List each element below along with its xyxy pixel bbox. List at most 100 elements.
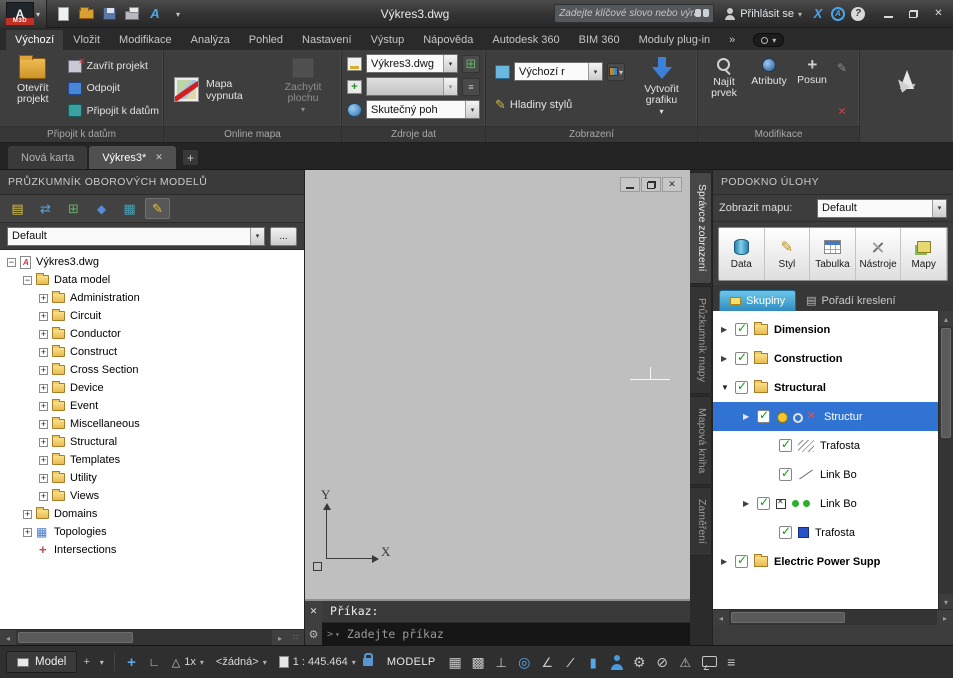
model-refresh-icon[interactable] (33, 198, 58, 219)
tree-item[interactable]: Device (5, 379, 304, 397)
side-tab[interactable]: Mapová kniha (690, 395, 712, 485)
topology-manager-icon[interactable] (117, 198, 142, 219)
layer-row[interactable]: ✕ Electric Power Supp (713, 547, 938, 576)
layer-expander[interactable] (743, 499, 755, 508)
new-drawing-button[interactable] (181, 149, 199, 166)
viewport-scale-button[interactable]: 1 : 445.464 (274, 653, 378, 668)
layer-checkbox[interactable] (757, 408, 770, 423)
search-box[interactable]: Zadejte klíčové slovo nebo výraz. (554, 4, 715, 23)
layer-hscrollbar[interactable] (713, 609, 953, 625)
ortho-mode-icon[interactable] (491, 652, 512, 673)
layer-row[interactable]: ✕ Dimension (713, 315, 938, 344)
command-input[interactable]: Zadejte příkaz (322, 623, 690, 645)
tree-expander[interactable] (39, 401, 48, 411)
combo-arrow-icon[interactable] (250, 227, 264, 245)
delete-button[interactable] (837, 105, 846, 118)
layer-checkbox[interactable] (735, 350, 748, 365)
tree-expander[interactable] (39, 437, 48, 447)
tree-item[interactable]: Administration (5, 289, 304, 307)
tab-groups[interactable]: Skupiny (719, 290, 797, 311)
snap-mode-icon[interactable] (468, 652, 489, 673)
model-combo[interactable]: Default (7, 226, 265, 246)
isolate-objects-icon[interactable] (652, 652, 673, 673)
tree-expander[interactable] (23, 527, 32, 537)
layer-expander[interactable] (721, 325, 733, 334)
layer-checkbox[interactable] (735, 553, 748, 568)
help-button[interactable]: ? (848, 4, 868, 24)
drawing-close-button[interactable] (662, 177, 682, 192)
command-close-button[interactable] (310, 605, 318, 617)
grid-display-icon[interactable] (445, 652, 466, 673)
scroll-thumb[interactable] (731, 612, 846, 623)
disconnect-button[interactable]: Odpojit (67, 78, 159, 98)
tree-expander[interactable] (23, 275, 32, 285)
tree-item[interactable]: Structural (5, 433, 304, 451)
ribbon-tab[interactable]: Modifikace (110, 30, 181, 50)
resize-grip[interactable]: ∷ (288, 633, 304, 642)
ribbon-display-toggle[interactable] (753, 33, 785, 47)
tree-expander[interactable] (39, 311, 48, 321)
taskpane-tool[interactable]: Data (719, 228, 765, 280)
map-combo[interactable]: Default (817, 198, 947, 218)
goto-feature-icon[interactable] (89, 198, 114, 219)
ribbon-tab[interactable]: Vložit (64, 30, 109, 50)
capture-area-button[interactable]: Zachytit plochu (272, 53, 334, 126)
create-graphics-button[interactable]: Vytvořit grafiku (630, 53, 693, 126)
move-button[interactable]: Posun (792, 53, 832, 126)
find-feature-button[interactable]: Najít prvek (702, 53, 746, 126)
layer-row[interactable]: ✕ Link Bo (713, 489, 938, 518)
tab-draw-order[interactable]: Pořadí kreslení (798, 290, 903, 311)
taskpane-tool[interactable]: Nástroje (856, 228, 902, 280)
tree-item[interactable]: Templates (5, 451, 304, 469)
map-off-button[interactable]: Mapa vypnuta (168, 53, 272, 126)
geolocation-icon[interactable] (514, 652, 535, 673)
coordinate-mode-combo[interactable]: Skutečný poh (366, 100, 480, 119)
tree-expander[interactable] (39, 455, 48, 465)
tree-item[interactable]: Views (5, 487, 304, 505)
attach-source-button[interactable] (462, 54, 480, 73)
ribbon-tab[interactable]: Nastavení (293, 30, 361, 50)
layer-checkbox[interactable] (779, 466, 792, 481)
ribbon-tab[interactable]: Moduly plug-in (630, 30, 720, 50)
taskpane-tool[interactable]: Mapy (901, 228, 947, 280)
sign-in-status-icon[interactable] (606, 652, 627, 673)
command-customize-button[interactable] (309, 628, 319, 641)
connect-data-button[interactable]: Připojit k datům (67, 101, 159, 121)
browse-button[interactable]: ... (270, 226, 297, 246)
layer-row[interactable]: ✕ Trafosta (713, 431, 938, 460)
combo-arrow-icon[interactable] (588, 63, 602, 80)
qat-customize-icon[interactable] (167, 3, 189, 25)
signin-button[interactable]: Přihlásit se (724, 7, 802, 20)
drawing-restore-button[interactable] (641, 177, 661, 192)
layer-row[interactable]: ✕ Structur (713, 402, 938, 431)
model-add-icon[interactable] (61, 198, 86, 219)
tree-item[interactable]: Topologies (5, 523, 304, 541)
model-space-button[interactable]: Model (6, 651, 78, 673)
drawing-viewport[interactable]: Y X Příkaz: Zadejte příkaz (305, 170, 690, 645)
tree-expander[interactable] (39, 473, 48, 483)
tree-expander[interactable] (39, 419, 48, 429)
lineweight-icon[interactable] (560, 652, 581, 673)
close-tab-icon[interactable] (155, 152, 163, 163)
ribbon-tab[interactable]: BIM 360 (570, 30, 629, 50)
autosnap-marker-icon[interactable] (121, 652, 142, 673)
layer-row[interactable]: ✕ Trafosta (713, 518, 938, 547)
layer-checkbox[interactable] (735, 321, 748, 336)
ribbon-tab[interactable]: Výchozí (6, 30, 64, 50)
iso-scale-button[interactable]: 1x (167, 656, 209, 669)
layer-checkbox[interactable] (779, 524, 792, 539)
taskpane-tool[interactable]: Styl (765, 228, 811, 280)
ribbon-tab[interactable]: Pohled (240, 30, 292, 50)
tree-item[interactable]: Intersections (5, 541, 304, 559)
layer-expander[interactable] (721, 354, 733, 363)
tree-item[interactable]: Cross Section (5, 361, 304, 379)
model-paper-toggle[interactable]: MODELP (380, 656, 443, 668)
a360-button[interactable]: A (828, 4, 848, 24)
open-model-icon[interactable] (5, 198, 30, 219)
tree-item[interactable]: Miscellaneous (5, 415, 304, 433)
side-tab[interactable]: Správce zobrazení (690, 172, 712, 284)
ribbon-tab[interactable]: Výstup (362, 30, 414, 50)
tree-expander[interactable] (39, 491, 48, 501)
tree-expander[interactable] (39, 347, 48, 357)
close-project-button[interactable]: Zavřít projekt (67, 56, 159, 76)
